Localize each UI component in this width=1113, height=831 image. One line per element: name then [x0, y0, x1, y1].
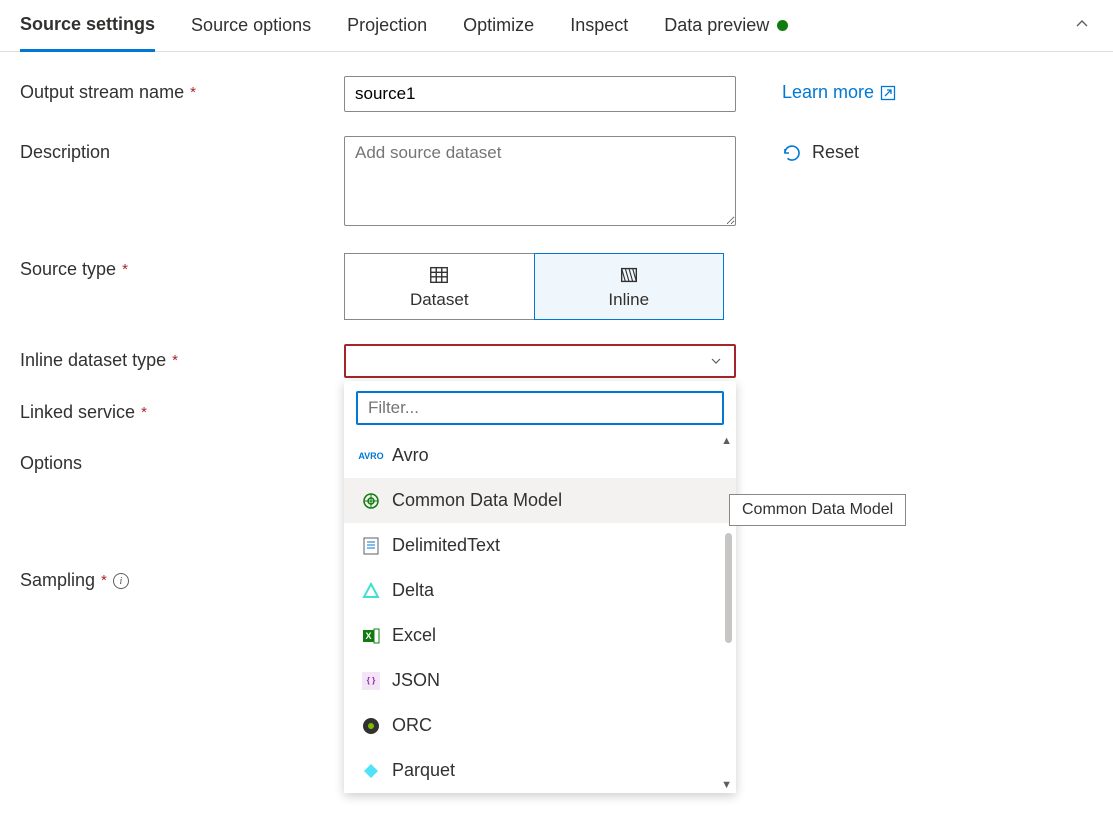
- inline-dataset-type-combo[interactable]: [344, 344, 736, 378]
- dropdown-item-tooltip: Common Data Model: [729, 494, 906, 526]
- source-type-label: Source type *: [20, 253, 344, 280]
- sampling-label: Sampling * i: [20, 564, 344, 591]
- inline-dataset-type-label: Inline dataset type *: [20, 344, 344, 371]
- avro-icon: AVRO: [362, 447, 380, 465]
- scroll-down-icon[interactable]: ▼: [721, 779, 732, 791]
- required-marker: *: [122, 261, 128, 278]
- tab-projection[interactable]: Projection: [347, 1, 427, 50]
- tab-optimize[interactable]: Optimize: [463, 1, 534, 50]
- reset-icon: [782, 143, 802, 163]
- options-label: Options: [20, 447, 344, 474]
- description-input[interactable]: [344, 136, 736, 226]
- description-label: Description: [20, 136, 344, 163]
- dropdown-item-parquet[interactable]: Parquet: [344, 748, 736, 793]
- required-marker: *: [101, 572, 107, 589]
- output-stream-name-input[interactable]: [344, 76, 736, 112]
- orc-icon: [362, 717, 380, 735]
- dropdown-item-excel[interactable]: X Excel: [344, 613, 736, 658]
- dropdown-item-common-data-model[interactable]: Common Data Model: [344, 478, 736, 523]
- source-type-dataset-button[interactable]: Dataset: [344, 253, 534, 320]
- required-marker: *: [190, 84, 196, 101]
- tab-data-preview[interactable]: Data preview: [664, 1, 788, 50]
- scroll-up-icon[interactable]: ▲: [721, 435, 732, 447]
- tab-inspect[interactable]: Inspect: [570, 1, 628, 50]
- status-dot-icon: [777, 20, 788, 31]
- inline-label: Inline: [608, 290, 649, 310]
- source-type-inline-button[interactable]: Inline: [534, 253, 725, 320]
- cdm-icon: [362, 492, 380, 510]
- info-icon[interactable]: i: [113, 573, 129, 589]
- linked-service-label: Linked service *: [20, 396, 344, 423]
- csv-icon: [362, 537, 380, 555]
- dropdown-item-avro[interactable]: AVRO Avro: [344, 433, 736, 478]
- dropdown-item-orc[interactable]: ORC: [344, 703, 736, 748]
- dropdown-item-delta[interactable]: Delta: [344, 568, 736, 613]
- excel-icon: X: [362, 627, 380, 645]
- output-stream-name-label: Output stream name *: [20, 76, 344, 103]
- parquet-icon: [362, 762, 380, 780]
- json-icon: { }: [362, 672, 380, 690]
- dataset-label: Dataset: [410, 290, 469, 310]
- dropdown-filter-input[interactable]: [356, 391, 724, 425]
- learn-more-link[interactable]: Learn more: [782, 82, 896, 103]
- tab-bar: Source settings Source options Projectio…: [0, 0, 1113, 52]
- tab-source-options[interactable]: Source options: [191, 1, 311, 50]
- inline-icon: [618, 264, 640, 286]
- reset-button[interactable]: Reset: [782, 142, 859, 163]
- inline-dataset-type-dropdown: ▲ AVRO Avro Common Data Model: [344, 381, 736, 793]
- external-link-icon: [880, 85, 896, 101]
- svg-text:X: X: [365, 631, 371, 641]
- delta-icon: [362, 582, 380, 600]
- dropdown-scrollbar[interactable]: [725, 533, 732, 643]
- dropdown-item-json[interactable]: { } JSON: [344, 658, 736, 703]
- chevron-down-icon: [710, 355, 722, 367]
- dropdown-item-delimitedtext[interactable]: DelimitedText: [344, 523, 736, 568]
- tab-source-settings[interactable]: Source settings: [20, 0, 155, 52]
- collapse-panel-button[interactable]: [1075, 17, 1093, 34]
- source-type-toggle: Dataset Inline: [344, 253, 724, 320]
- required-marker: *: [141, 404, 147, 421]
- table-icon: [428, 264, 450, 286]
- required-marker: *: [172, 352, 178, 369]
- source-settings-form: Output stream name * Learn more Descript…: [0, 52, 1113, 635]
